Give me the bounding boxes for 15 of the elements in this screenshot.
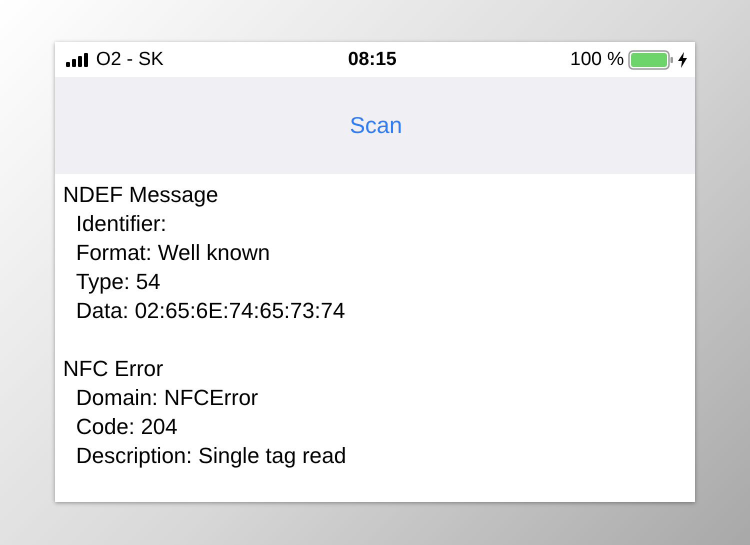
detail-line: Format: Well known — [75, 239, 270, 267]
carrier-name: O2 - SK — [96, 48, 164, 70]
detail-line: Code: 204 — [75, 413, 178, 441]
section-title: NDEF Message — [63, 181, 218, 209]
detail-line: Type: 54 — [75, 268, 160, 296]
detail-line: Identifier: — [75, 210, 166, 238]
clock-time: 08:15 — [348, 48, 397, 70]
battery-icon — [628, 50, 674, 70]
scan-button[interactable]: Scan — [346, 110, 406, 141]
battery-percent: 100 % — [570, 48, 624, 70]
detail-line: Domain: NFCError — [75, 384, 258, 412]
charging-bolt-icon — [678, 52, 687, 68]
section-title: NFC Error — [63, 355, 164, 383]
detail-line: Data: 02:65:6E:74:65:73:74 — [75, 297, 346, 325]
detail-line: Description: Single tag read — [75, 442, 346, 470]
